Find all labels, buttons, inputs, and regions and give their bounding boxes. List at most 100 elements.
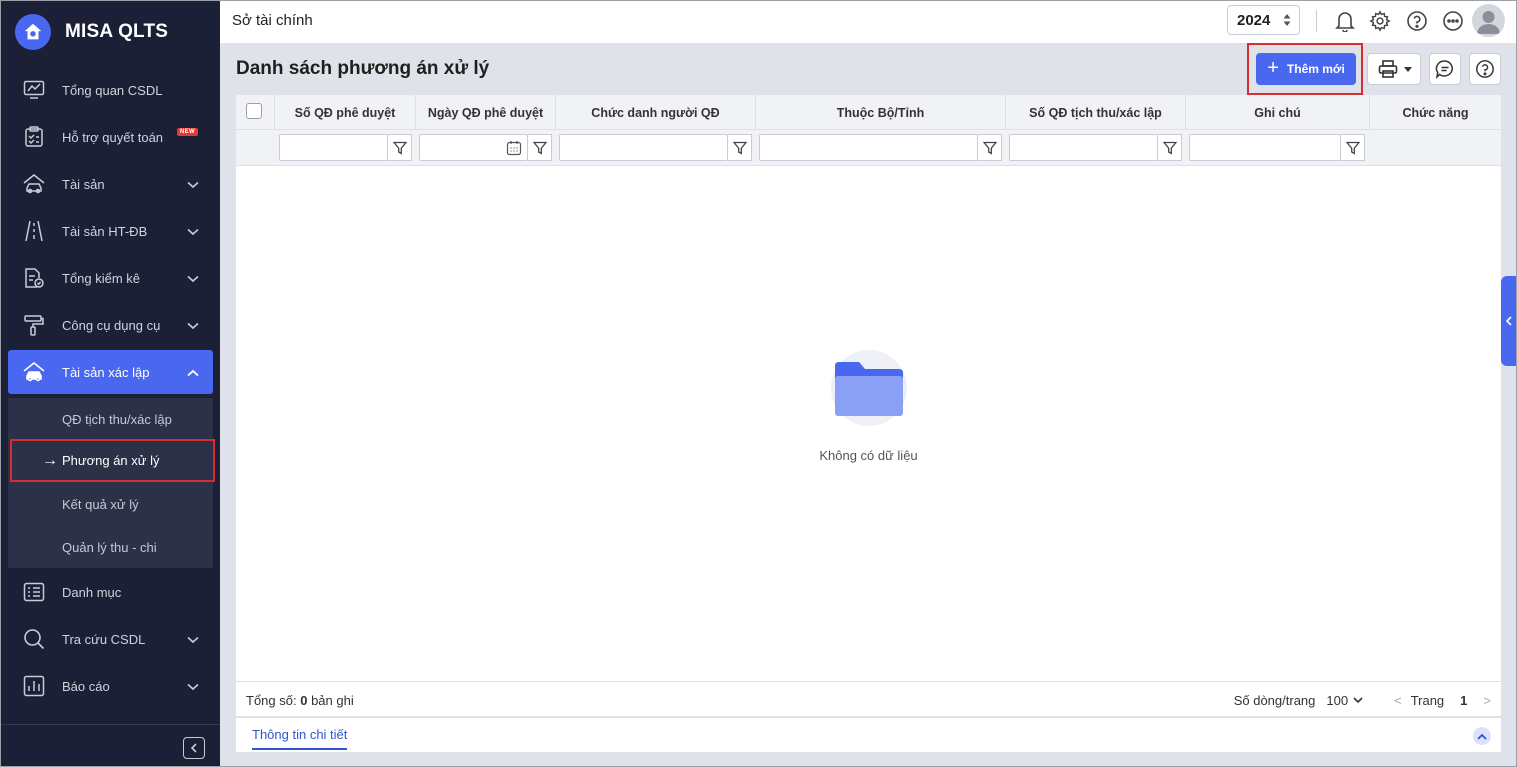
column-header[interactable]: Số QĐ phê duyệt xyxy=(275,95,416,130)
sidebar-item-label: Tổng quan CSDL xyxy=(62,82,163,98)
caret-down-icon xyxy=(1404,66,1412,72)
sidebar-item-bao-cao[interactable]: Báo cáo xyxy=(8,664,213,708)
top-bar: Sở tài chính 2024 xyxy=(220,1,1516,43)
add-new-label: Thêm mới xyxy=(1286,62,1345,76)
next-page-button[interactable]: > xyxy=(1483,693,1491,708)
sidebar-item-label: Tổng kiểm kê xyxy=(62,270,141,286)
total-records: Tổng số: 0 bản ghi xyxy=(246,693,354,708)
gear-icon[interactable] xyxy=(1368,9,1392,33)
search-icon xyxy=(21,626,47,652)
prev-page-button[interactable]: < xyxy=(1394,693,1402,708)
plus-icon: + xyxy=(1267,56,1279,79)
filter-icon[interactable] xyxy=(1158,134,1182,161)
column-header[interactable]: Ngày QĐ phê duyệt xyxy=(416,95,556,130)
sidebar-item-danh-muc[interactable]: Danh mục xyxy=(8,570,213,614)
sidebar-item-label: Tài sản HT-ĐB xyxy=(62,223,148,239)
sidebar-item-tra-cuu-csdl[interactable]: Tra cứu CSDL xyxy=(8,617,213,661)
spinner-icon xyxy=(1283,13,1291,31)
rows-per-page-select[interactable]: 100 xyxy=(1326,693,1363,708)
submenu-tai-san-xac-lap: QĐ tịch thu/xác lập → Phương án xử lý Kế… xyxy=(8,398,215,569)
pagination: Số dòng/trang 100 < Trang 1 > xyxy=(1234,693,1491,708)
printer-icon xyxy=(1378,60,1398,78)
sidebar-item-label: Tài sản xác lập xyxy=(62,364,150,380)
feedback-button[interactable] xyxy=(1429,53,1461,85)
print-button[interactable] xyxy=(1367,53,1421,85)
sidebar-item-tong-kiem-ke[interactable]: Tổng kiểm kê xyxy=(8,256,213,300)
arrow-right-icon: → xyxy=(42,452,58,469)
column-header[interactable]: Thuộc Bộ/Tỉnh xyxy=(756,95,1006,130)
sidebar-footer xyxy=(1,724,220,766)
chevron-down-icon xyxy=(187,271,199,286)
subitem-label: Quản lý thu - chi xyxy=(62,540,157,555)
empty-message: Không có dữ liệu xyxy=(819,448,918,463)
sidebar-item-ho-tro-quyet-toan[interactable]: Hỗ trợ quyết toán NEW xyxy=(8,115,213,159)
sidebar-item-tai-san-xac-lap[interactable]: Tài sản xác lập xyxy=(8,350,213,394)
add-new-button[interactable]: + Thêm mới xyxy=(1256,53,1356,85)
subitem-ket-qua-xu-ly[interactable]: Kết quả xử lý xyxy=(8,483,213,526)
chevron-down-icon xyxy=(187,632,199,647)
rows-per-page-value: 100 xyxy=(1326,693,1349,708)
collapse-sidebar-button[interactable] xyxy=(183,737,205,759)
paint-roller-icon xyxy=(21,312,47,338)
help-icon[interactable] xyxy=(1405,9,1429,33)
column-header: Chức năng xyxy=(1402,105,1469,120)
sidebar-item-tai-san[interactable]: Tài sản xyxy=(8,162,213,206)
sidebar-item-label: Công cụ dụng cụ xyxy=(62,317,161,333)
organization-name: Sở tài chính xyxy=(232,12,313,29)
clipboard-icon xyxy=(21,124,47,150)
bar-chart-icon xyxy=(21,673,47,699)
chevron-down-icon xyxy=(187,679,199,694)
select-all-checkbox[interactable] xyxy=(246,103,262,119)
chevron-down-icon xyxy=(187,177,199,192)
subitem-phuong-an-xu-ly[interactable]: → Phương án xử lý xyxy=(10,439,215,482)
filter-input[interactable] xyxy=(1009,134,1158,161)
year-selector[interactable]: 2024 xyxy=(1227,5,1300,35)
sidebar-item-label: Báo cáo xyxy=(62,678,110,694)
chevron-down-icon xyxy=(187,224,199,239)
page-title: Danh sách phương án xử lý xyxy=(236,58,490,79)
tab-detail-info[interactable]: Thông tin chi tiết xyxy=(252,727,348,750)
filter-icon[interactable] xyxy=(978,134,1002,161)
subitem-qd-tich-thu[interactable]: QĐ tịch thu/xác lập xyxy=(8,398,213,441)
sidebar-item-tai-san-ht-db[interactable]: Tài sản HT-ĐB xyxy=(8,209,213,253)
chevron-down-icon xyxy=(187,318,199,333)
filter-input[interactable] xyxy=(279,134,388,161)
chat-icon xyxy=(1435,60,1453,79)
filter-icon[interactable] xyxy=(728,134,752,161)
chevron-up-icon xyxy=(1477,733,1487,740)
chevron-left-icon xyxy=(1506,316,1512,326)
home-logo-icon xyxy=(15,14,51,50)
current-page: 1 xyxy=(1460,693,1468,708)
detail-panel-bar: Thông tin chi tiết xyxy=(236,717,1501,752)
column-header[interactable]: Ghi chú xyxy=(1186,95,1370,130)
brand[interactable]: MISA QLTS xyxy=(15,13,168,51)
road-icon xyxy=(21,218,47,244)
filter-input[interactable] xyxy=(559,134,728,161)
house-car-icon xyxy=(21,171,47,197)
brand-name: MISA QLTS xyxy=(65,21,169,42)
filter-icon[interactable] xyxy=(388,134,412,161)
calendar-icon xyxy=(506,141,522,156)
sidebar-item-cong-cu-dung-cu[interactable]: Công cụ dụng cụ xyxy=(8,303,213,347)
date-filter-input[interactable] xyxy=(419,134,528,161)
subitem-quan-ly-thu-chi[interactable]: Quản lý thu - chi xyxy=(8,526,213,569)
expand-detail-button[interactable] xyxy=(1473,727,1491,745)
filter-input[interactable] xyxy=(1189,134,1341,161)
sidebar-item-tong-quan[interactable]: Tổng quan CSDL xyxy=(8,68,213,112)
more-icon[interactable] xyxy=(1441,9,1465,33)
year-value: 2024 xyxy=(1237,11,1271,29)
page-help-button[interactable] xyxy=(1469,53,1501,85)
avatar[interactable] xyxy=(1472,4,1505,37)
chevron-down-icon xyxy=(1353,697,1363,704)
filter-icon[interactable] xyxy=(528,134,552,161)
side-panel-toggle[interactable] xyxy=(1501,276,1517,366)
column-header[interactable]: Chức danh người QĐ xyxy=(556,95,756,130)
total-value: 0 xyxy=(300,693,308,708)
filter-icon[interactable] xyxy=(1341,134,1365,161)
rows-per-page-label: Số dòng/trang xyxy=(1233,693,1316,708)
filter-input[interactable] xyxy=(759,134,978,161)
column-header[interactable]: Số QĐ tịch thu/xác lập xyxy=(1006,95,1186,130)
total-unit: bản ghi xyxy=(311,693,354,708)
divider xyxy=(1316,10,1317,32)
bell-icon[interactable] xyxy=(1333,9,1357,33)
